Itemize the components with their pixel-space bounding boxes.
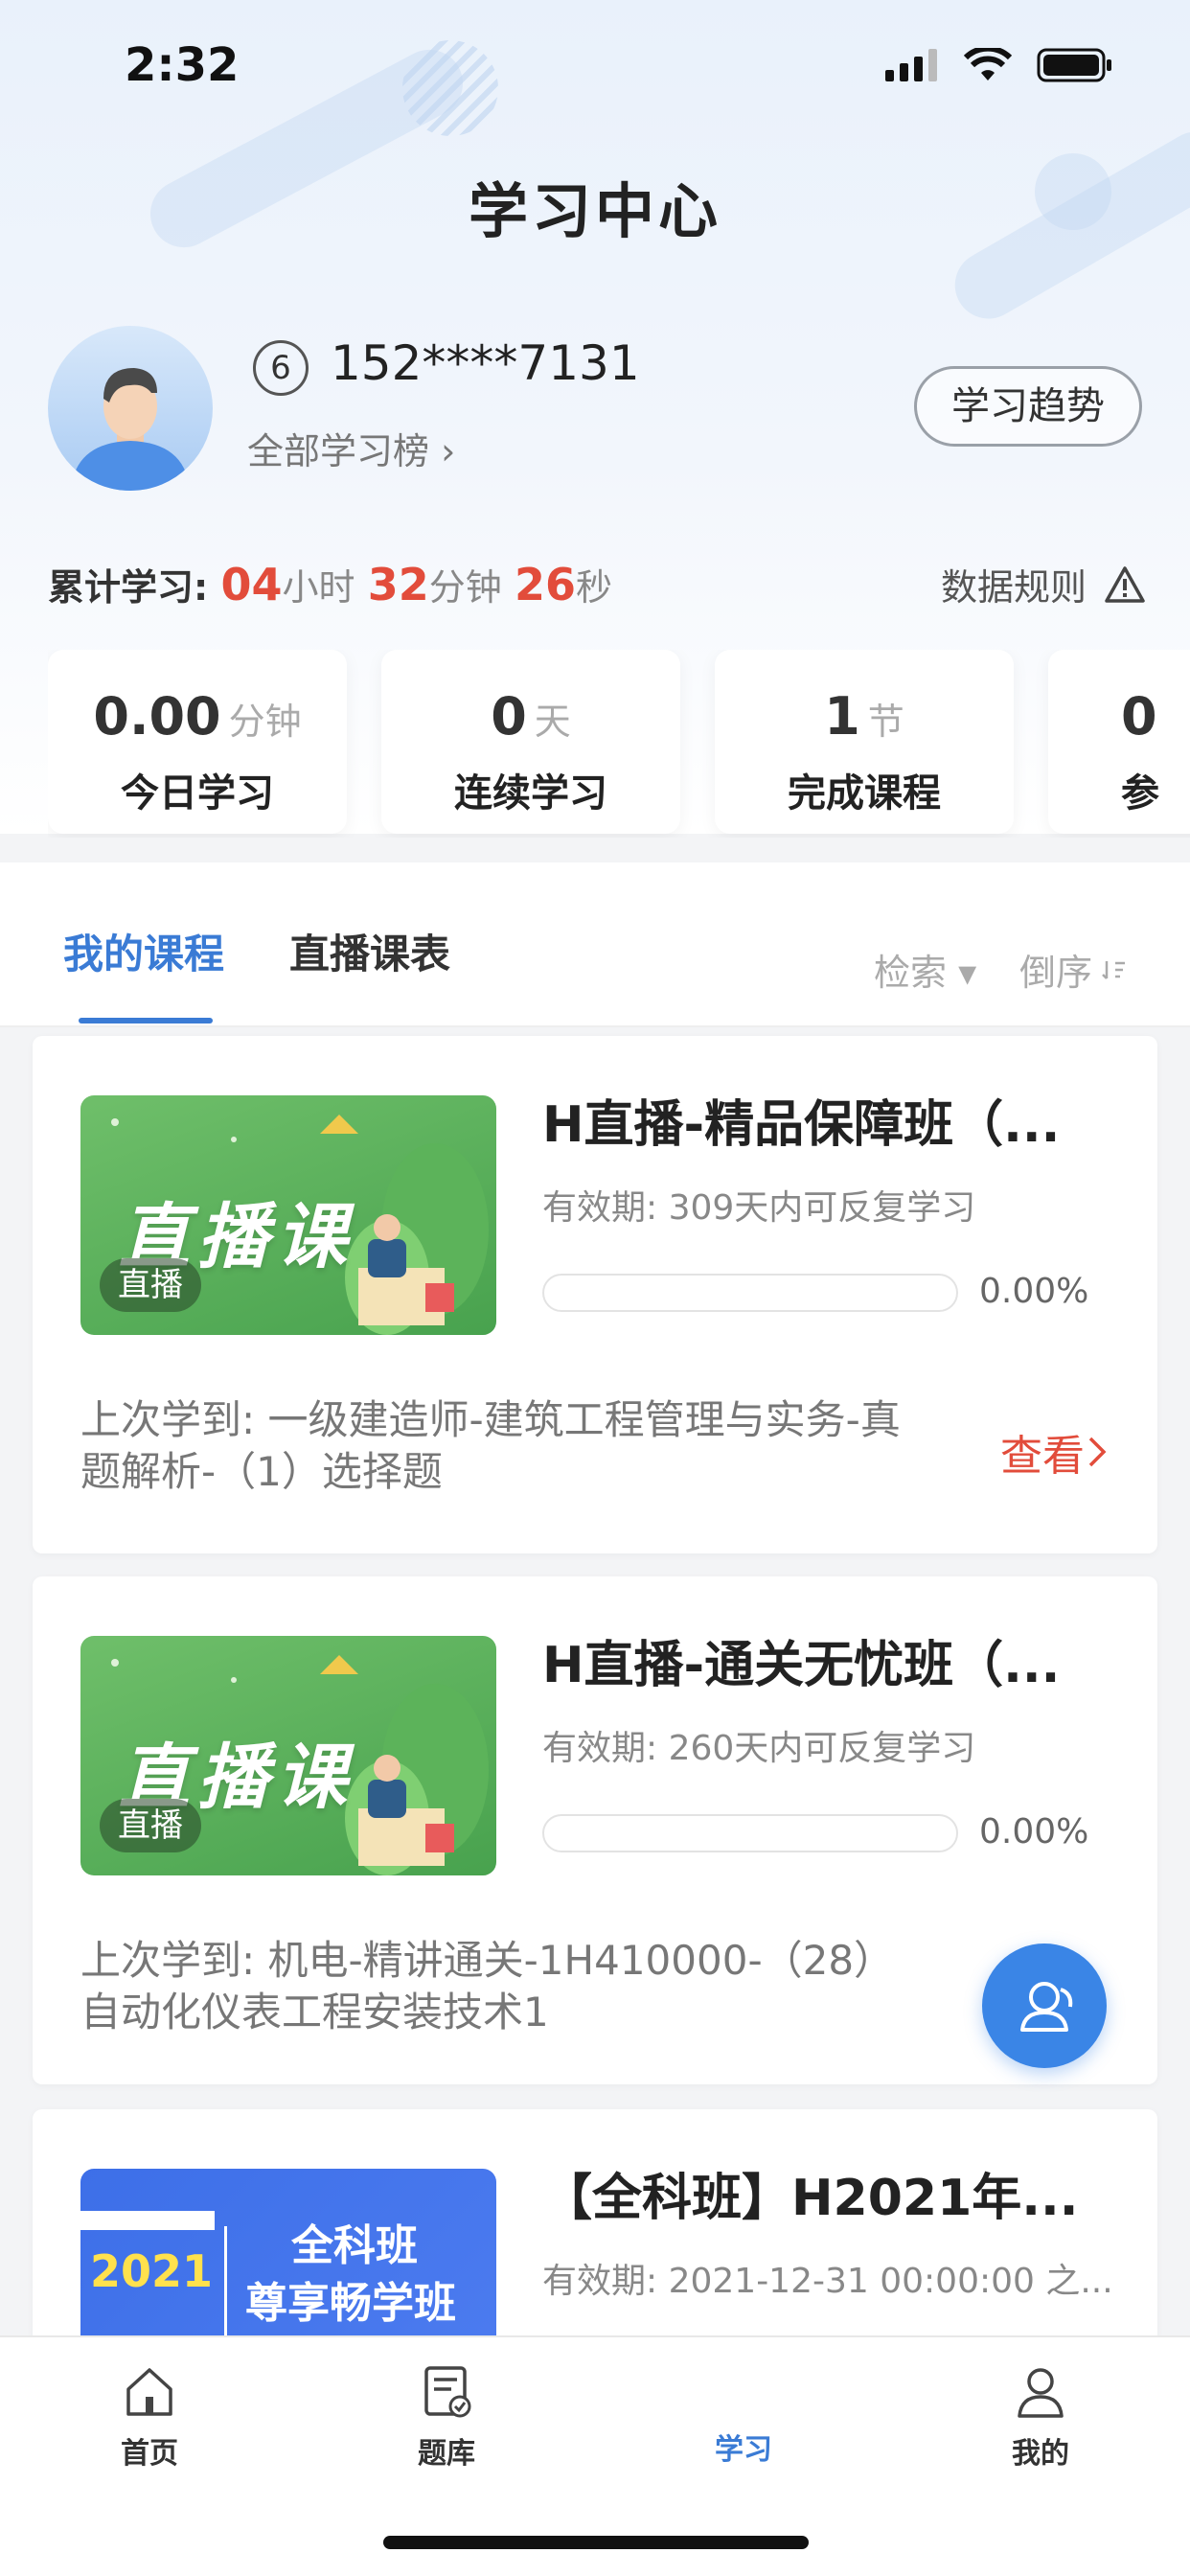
stat-unit: 天 (534, 701, 571, 743)
course-tabs: 我的课程 直播课表 检索 ▾ 倒序 (0, 862, 1190, 1027)
level-badge: 6 (253, 340, 309, 396)
user-phone: 152****7131 (331, 335, 640, 391)
study-icon (667, 2362, 820, 2420)
course-title: H直播-精品保障班（... (542, 1096, 1061, 1154)
page-title: 学习中心 (468, 176, 721, 246)
cumulative-seconds: 26 (514, 559, 576, 610)
tab-live-schedule[interactable]: 直播课表 (289, 922, 450, 980)
active-tab-indicator (79, 1018, 213, 1024)
last-studied: 上次学到: 一级建造师-建筑工程管理与实务-真题解析-（1）选择题 (80, 1396, 901, 1495)
chevron-right-icon (1088, 1437, 1107, 1467)
stat-value: 0 (491, 686, 527, 747)
course-thumbnail: 2021 全科班 尊享畅学班 (80, 2169, 496, 2335)
stat-today-study[interactable]: 0.00 分钟 今日学习 (48, 650, 347, 834)
cumulative-hours: 04 (220, 559, 283, 610)
minutes-unit: 分钟 (428, 566, 502, 609)
course-progress-bar (542, 1814, 958, 1852)
sort-toggle[interactable]: 倒序 (1019, 943, 1127, 996)
course-validity: 有效期: 2021-12-31 00:00:00 之... (542, 2262, 1113, 2301)
stat-unit: 分钟 (228, 701, 302, 743)
question-bank-icon (424, 2366, 471, 2418)
course-card[interactable]: 直播课 直播 H直播-精品保障班（... 有效期: 309天内可反复学习 0.0… (33, 1036, 1157, 1553)
stat-value: 1 (824, 686, 860, 747)
course-card[interactable]: 2021 全科班 尊享畅学班 【全科班】H2021年... 有效期: 2021-… (33, 2109, 1157, 2335)
hours-unit: 小时 (282, 566, 355, 609)
status-time: 2:32 (125, 38, 240, 92)
customer-service-icon (1020, 1982, 1073, 2032)
stats-row: 0.00 分钟 今日学习 0天 连续学习 1节 完成课程 0 参 (48, 650, 1190, 838)
data-rules-label: 数据规则 (940, 566, 1087, 609)
stat-unit: 节 (867, 701, 904, 743)
live-tag: 直播 (100, 1799, 201, 1852)
seconds-unit: 秒 (575, 566, 612, 609)
study-trend-button[interactable]: 学习趋势 (914, 366, 1142, 447)
battery-icon (1037, 48, 1111, 82)
user-avatar-icon (71, 368, 190, 491)
home-indicator (383, 2536, 809, 2549)
stat-completed-courses[interactable]: 1节 完成课程 (715, 650, 1014, 834)
nav-home[interactable]: 首页 (73, 2362, 226, 2472)
home-icon (126, 2368, 172, 2416)
customer-service-button[interactable] (982, 1944, 1107, 2068)
progress-percent: 0.00% (979, 1272, 1089, 1311)
profile-icon (1018, 2368, 1064, 2418)
cumulative-label: 累计学习: (48, 566, 209, 609)
sort-icon (1102, 960, 1126, 979)
thumbnail-line1: 全科班 (291, 2221, 418, 2270)
stat-continuous-study[interactable]: 0天 连续学习 (381, 650, 680, 834)
stat-label: 连续学习 (454, 771, 607, 816)
course-progress-bar (542, 1274, 958, 1312)
view-button[interactable]: 查看 (1000, 1421, 1110, 1483)
avatar[interactable] (48, 326, 213, 491)
course-title: H直播-通关无忧班（... (542, 1637, 1061, 1694)
stat-label: 完成课程 (788, 771, 941, 816)
sort-label: 倒序 (1019, 952, 1093, 994)
cumulative-minutes: 32 (367, 559, 429, 610)
live-tag: 直播 (100, 1258, 201, 1312)
thumbnail-line2: 尊享畅学班 (245, 2279, 456, 2328)
stat-value: 0 (1121, 686, 1157, 747)
wifi-icon (964, 48, 1012, 80)
course-validity: 有效期: 309天内可反复学习 (542, 1188, 976, 1228)
tab-my-courses[interactable]: 我的课程 (63, 922, 224, 980)
status-bar: 2:32 (0, 0, 1190, 134)
view-label: 查看 (1000, 1432, 1085, 1481)
nav-label: 我的 (1012, 2437, 1069, 2471)
stat-participation[interactable]: 0 参 (1048, 650, 1190, 834)
stat-value: 0.00 (93, 686, 221, 747)
course-thumbnail: 直播课 直播 (80, 1095, 496, 1335)
course-list: 直播课 直播 H直播-精品保障班（... 有效期: 309天内可反复学习 0.0… (0, 1030, 1190, 2335)
nav-label: 学习 (715, 2433, 772, 2467)
progress-percent: 0.00% (979, 1812, 1089, 1852)
nav-label: 题库 (418, 2437, 475, 2471)
study-center-page: 2:32 学习中心 6 152****7131 全部学习榜 › 学习趋势 累计学… (0, 0, 1190, 2576)
data-rules-link[interactable]: 数据规则 (941, 558, 1146, 610)
course-thumbnail: 直播课 直播 (80, 1636, 496, 1875)
thumbnail-year: 2021 (90, 2245, 214, 2297)
stat-label: 参 (1121, 771, 1159, 816)
nav-question-bank[interactable]: 题库 (370, 2362, 523, 2472)
warning-icon (1105, 565, 1145, 603)
signal-icon (885, 49, 937, 81)
search-filter-dropdown[interactable]: 检索 ▾ (874, 943, 976, 996)
nav-profile[interactable]: 我的 (964, 2362, 1117, 2472)
all-ranking-link[interactable]: 全部学习榜 › (247, 422, 455, 474)
course-validity: 有效期: 260天内可反复学习 (542, 1729, 976, 1768)
nav-study[interactable]: 学习 (667, 2362, 820, 2468)
course-title: 【全科班】H2021年... (542, 2170, 1079, 2227)
last-studied: 上次学到: 机电-精讲通关-1H410000-（28）自动化仪表工程安装技术1 (80, 1937, 875, 2036)
stat-label: 今日学习 (121, 771, 274, 816)
cumulative-study-time: 累计学习: 04小时 32分钟 26秒 (48, 558, 612, 610)
nav-label: 首页 (121, 2437, 178, 2471)
